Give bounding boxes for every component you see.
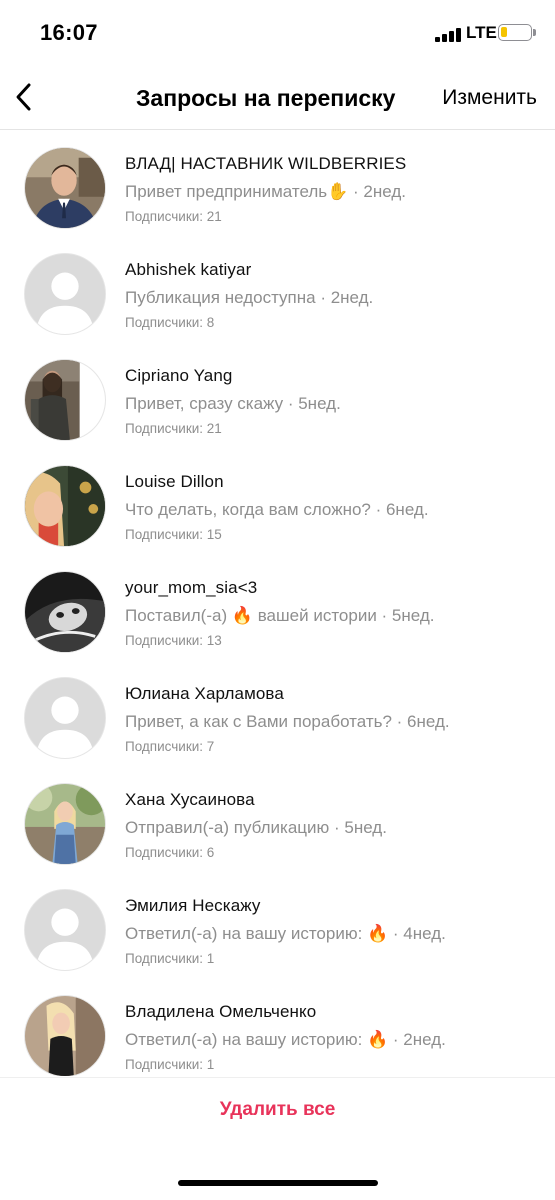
preview-text: Ответил(-а) на вашу историю: 🔥 (125, 1030, 389, 1049)
preview-text: Поставил(-а) 🔥 вашей истории (125, 606, 377, 625)
request-preview: Что делать, когда вам сложно? · 6нед. (125, 500, 545, 520)
request-name: ВЛАД| НАСТАВНИК WILDBERRIES (125, 154, 407, 173)
request-preview: Ответил(-а) на вашу историю: 🔥 · 2нед. (125, 1030, 545, 1050)
request-preview: Ответил(-а) на вашу историю: 🔥 · 4нед. (125, 924, 545, 944)
request-row[interactable]: ВЛАД| НАСТАВНИК WILDBERRIES Привет предп… (0, 131, 555, 237)
preview-time: · 5нед. (283, 394, 341, 413)
avatar[interactable] (24, 571, 106, 653)
delete-all-button[interactable]: Удалить все (0, 1099, 555, 1121)
preview-text: Отправил(-а) публикацию (125, 818, 330, 837)
edit-button[interactable]: Изменить (442, 86, 537, 110)
request-preview: Отправил(-а) публикацию · 5нед. (125, 818, 545, 838)
followers-count: Подписчики: 21 (125, 421, 222, 436)
footer: Удалить все (0, 1077, 555, 1200)
preview-time: · 5нед. (329, 818, 387, 837)
avatar[interactable] (24, 359, 106, 441)
request-name: Эмилия Нескажу (125, 896, 261, 915)
request-name: Louise Dillon (125, 472, 224, 491)
preview-time: · 2нед. (388, 1030, 446, 1049)
page-title: Запросы на переписку (136, 85, 396, 111)
request-preview: Привет предприниматель✋ · 2нед. (125, 182, 545, 202)
followers-count: Подписчики: 7 (125, 739, 215, 754)
preview-text: Публикация недоступна (125, 288, 316, 307)
preview-text: Что делать, когда вам сложно? (125, 500, 371, 519)
followers-count: Подписчики: 8 (125, 315, 215, 330)
request-name: Cipriano Yang (125, 366, 233, 385)
battery-tip (533, 29, 536, 36)
preview-text: Привет, а как с Вами поработать? (125, 712, 392, 731)
preview-time: · 2нед. (348, 182, 406, 201)
signal-icon (435, 26, 461, 42)
request-row[interactable]: Louise Dillon Что делать, когда вам слож… (0, 449, 555, 555)
avatar[interactable] (24, 995, 106, 1076)
preview-text: Привет, сразу скажу (125, 394, 284, 413)
network-label: LTE (466, 23, 497, 42)
request-preview: Привет, сразу скажу · 5нед. (125, 394, 545, 414)
request-name: Хана Хусаинова (125, 790, 255, 809)
request-row[interactable]: Abhishek katiyar Публикация недоступна ·… (0, 237, 555, 343)
followers-count: Подписчики: 13 (125, 633, 222, 648)
request-name: Юлиана Харламова (125, 684, 284, 703)
request-name: Владилена Омельченко (125, 1002, 317, 1021)
avatar[interactable] (24, 147, 106, 229)
preview-time: · 2нед. (315, 288, 374, 307)
request-preview: Публикация недоступна · 2нед. (125, 288, 545, 308)
request-row[interactable]: Юлиана Харламова Привет, а как с Вами по… (0, 661, 555, 767)
request-preview: Привет, а как с Вами поработать? · 6нед. (125, 712, 545, 732)
preview-text: Ответил(-а) на вашу историю: 🔥 (125, 924, 389, 943)
status-bar: 16:07 LTE (0, 0, 555, 66)
chevron-left-icon[interactable] (10, 80, 40, 114)
avatar[interactable] (24, 465, 106, 547)
preview-time: · 5нед. (376, 606, 435, 625)
default-avatar-icon[interactable] (24, 677, 106, 759)
request-name: your_mom_sia<3 (125, 578, 258, 597)
request-row[interactable]: your_mom_sia<3 Поставил(-а) 🔥 вашей исто… (0, 555, 555, 661)
preview-text: Привет предприниматель✋ (125, 182, 349, 201)
preview-time: · 4нед. (388, 924, 446, 943)
header: Запросы на переписку Изменить (0, 66, 555, 130)
preview-time: · 6нед. (391, 712, 450, 731)
followers-count: Подписчики: 1 (125, 951, 215, 966)
request-row[interactable]: Владилена Омельченко Ответил(-а) на вашу… (0, 979, 555, 1076)
default-avatar-icon[interactable] (24, 889, 106, 971)
request-name: Abhishek katiyar (125, 260, 252, 279)
preview-time: · 6нед. (370, 500, 429, 519)
avatar[interactable] (24, 783, 106, 865)
request-row[interactable]: Хана Хусаинова Отправил(-а) публикацию ·… (0, 767, 555, 873)
request-row[interactable]: Эмилия Нескажу Ответил(-а) на вашу истор… (0, 873, 555, 979)
followers-count: Подписчики: 6 (125, 845, 215, 860)
home-indicator[interactable] (178, 1180, 378, 1186)
request-row[interactable]: Cipriano Yang Привет, сразу скажу · 5нед… (0, 343, 555, 449)
battery-icon (498, 24, 532, 41)
message-request-list: ВЛАД| НАСТАВНИК WILDBERRIES Привет предп… (0, 131, 555, 1076)
request-preview: Поставил(-а) 🔥 вашей истории · 5нед. (125, 606, 545, 626)
followers-count: Подписчики: 21 (125, 209, 222, 224)
followers-count: Подписчики: 15 (125, 527, 222, 542)
default-avatar-icon[interactable] (24, 253, 106, 335)
status-time: 16:07 (40, 20, 98, 45)
followers-count: Подписчики: 1 (125, 1057, 215, 1072)
